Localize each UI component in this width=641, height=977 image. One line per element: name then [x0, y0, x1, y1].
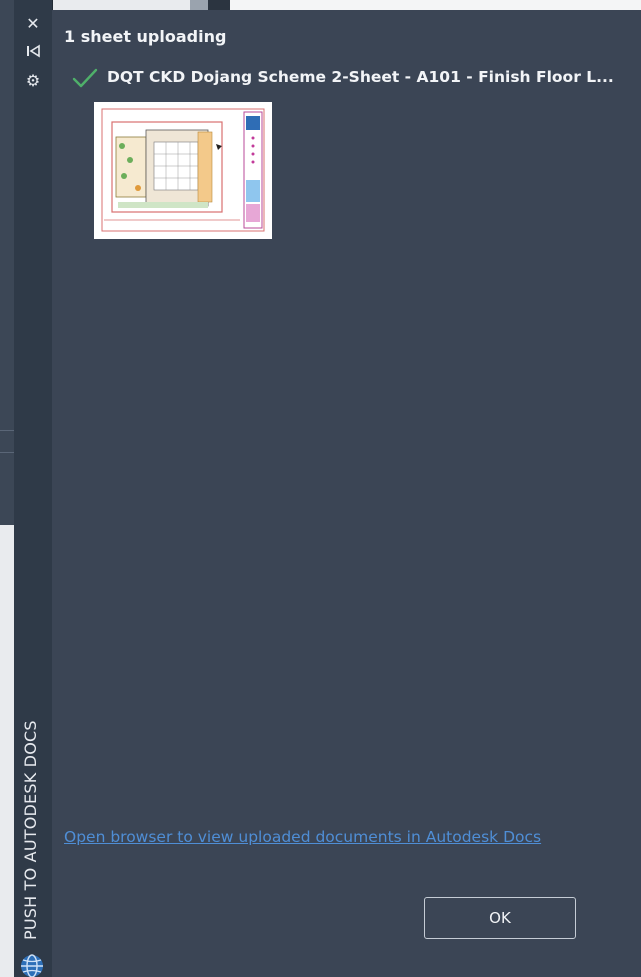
close-icon[interactable]: ✕ [14, 14, 52, 33]
autodesk-cad-screen: ✕ ⚙ PUSH TO AUTODESK DOCS 1 sheet upload… [0, 0, 641, 977]
pin-icon-graphic [27, 44, 40, 58]
push-to-docs-panel: 1 sheet uploading DQT CKD Dojang Scheme … [52, 10, 641, 977]
checkmark-icon [72, 68, 98, 88]
palette-title-strip: ✕ ⚙ PUSH TO AUTODESK DOCS [14, 0, 53, 977]
sheet-thumbnail-drawing [94, 102, 272, 239]
gear-icon[interactable]: ⚙ [14, 71, 52, 90]
palette-vertical-title: PUSH TO AUTODESK DOCS [21, 720, 40, 940]
ok-button[interactable]: OK [424, 897, 576, 939]
background-divider [0, 430, 14, 431]
background-panel-edge [0, 0, 14, 525]
upload-status-heading: 1 sheet uploading [64, 27, 227, 46]
open-in-docs-link[interactable]: Open browser to view uploaded documents … [64, 820, 564, 854]
background-divider [0, 452, 14, 453]
pin-icon[interactable] [14, 44, 52, 61]
upload-list-item: DQT CKD Dojang Scheme 2-Sheet - A101 - F… [72, 65, 632, 91]
autodesk-globe-icon [21, 954, 43, 977]
sheet-name: DQT CKD Dojang Scheme 2-Sheet - A101 - F… [107, 68, 614, 86]
sheet-thumbnail[interactable] [94, 102, 272, 239]
